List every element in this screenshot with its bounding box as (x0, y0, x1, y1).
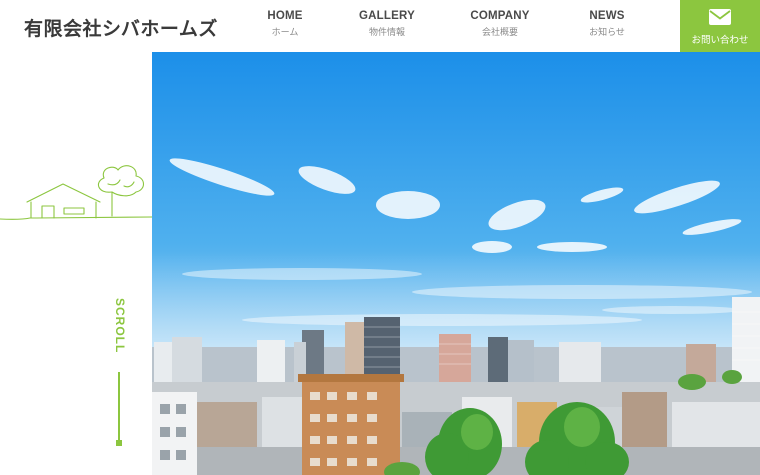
site-header: 有限会社シバホームズ HOME ホーム GALLERY 物件情報 COMPANY… (0, 0, 760, 52)
scroll-text: SCROLL (113, 298, 127, 353)
hero-image (152, 52, 760, 475)
scroll-dot (116, 440, 122, 446)
nav-news[interactable]: NEWS お知らせ (585, 10, 629, 38)
nav-home[interactable]: HOME ホーム (266, 10, 304, 38)
nav-company[interactable]: COMPANY 会社概要 (469, 10, 531, 38)
side-column (0, 52, 152, 475)
scroll-line (118, 372, 120, 442)
nav-home-label: HOME (267, 10, 303, 22)
contact-label: お問い合わせ (691, 35, 749, 46)
nav-gallery[interactable]: GALLERY 物件情報 (356, 10, 418, 38)
nav-gallery-label: GALLERY (359, 10, 415, 22)
envelope-icon (709, 9, 731, 25)
nav-gallery-sublabel: 物件情報 (368, 28, 405, 38)
nav-company-sublabel: 会社概要 (481, 28, 518, 38)
nav-news-label: NEWS (589, 10, 625, 22)
scroll-indicator[interactable]: SCROLL (104, 296, 138, 376)
nav-news-sublabel: お知らせ (589, 28, 625, 38)
nav-company-label: COMPANY (470, 10, 530, 22)
house-tree-illustration (0, 165, 152, 220)
nav-home-sublabel: ホーム (271, 28, 299, 38)
site-logo[interactable]: 有限会社シバホームズ (24, 14, 218, 41)
contact-button[interactable]: お問い合わせ (680, 0, 760, 52)
